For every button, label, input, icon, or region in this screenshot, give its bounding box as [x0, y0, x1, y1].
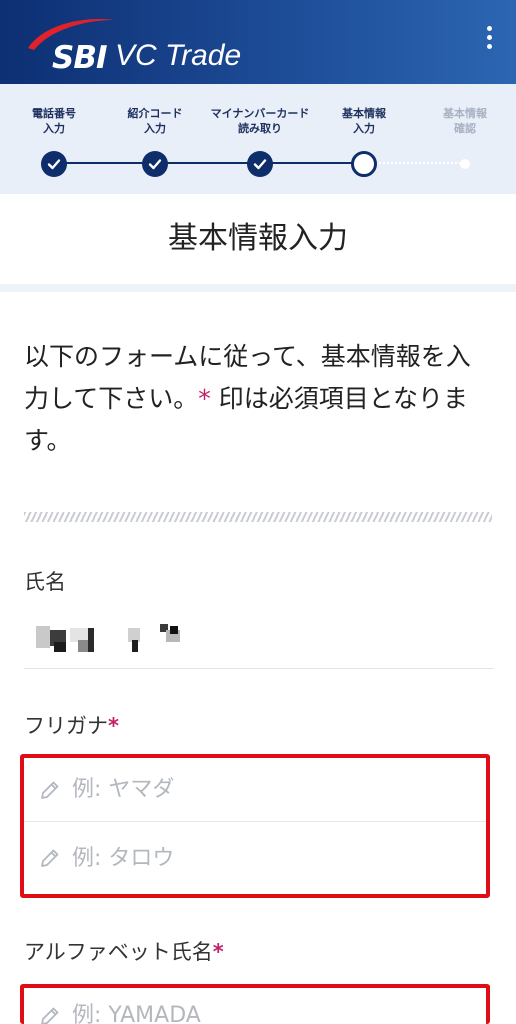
- required-star: *: [198, 384, 211, 413]
- logo-vc-trade-text: VC Trade: [115, 39, 242, 72]
- name-label: 氏名: [24, 570, 66, 594]
- furigana-last-input[interactable]: [72, 777, 452, 802]
- step-current-dot: [351, 151, 377, 177]
- pencil-icon: [41, 781, 59, 799]
- step-remaining-line: [364, 162, 465, 164]
- name-value-redacted: [36, 620, 196, 656]
- more-vertical-icon[interactable]: [482, 26, 496, 56]
- step-label-mynumber: マイナンバーカード 読み取り: [210, 107, 310, 135]
- step-label-referral: 紹介コード 入力: [127, 107, 183, 135]
- required-star: *: [212, 940, 224, 964]
- alphabet-name-label: アルファベット氏名*: [24, 940, 224, 964]
- name-divider: [24, 668, 494, 669]
- furigana-input-group: [20, 754, 490, 898]
- page-title: 基本情報入力: [0, 194, 516, 284]
- pencil-icon: [41, 1007, 59, 1024]
- pencil-icon: [41, 849, 59, 867]
- step-progress-line: [54, 162, 364, 164]
- progress-stepper: 電話番号 入力 紹介コード 入力 マイナンバーカード 読み取り 基本情報 入力 …: [0, 84, 516, 194]
- required-star: *: [108, 714, 119, 738]
- app-header: SBI VC Trade: [0, 0, 516, 84]
- intro-text: 以下のフォームに従って、基本情報を入力して下さい。* 印は必須項目となります。: [24, 342, 471, 455]
- furigana-last-row: [24, 758, 486, 821]
- section-divider-hatch: [24, 512, 492, 522]
- step-done-check-icon: [41, 151, 67, 177]
- logo-sbi-text: SBI: [52, 40, 107, 76]
- step-done-check-icon: [247, 151, 273, 177]
- alphabet-input-group: [20, 984, 490, 1024]
- title-separator: [0, 284, 516, 292]
- sbi-vc-trade-logo: SBI VC Trade: [22, 14, 262, 76]
- furigana-first-input[interactable]: [72, 845, 452, 871]
- furigana-label: フリガナ*: [24, 714, 119, 738]
- alphabet-last-input[interactable]: [72, 1003, 452, 1024]
- step-done-check-icon: [142, 151, 168, 177]
- step-label-basic-confirm: 基本情報 確認: [443, 107, 487, 135]
- furigana-first-row: [24, 821, 486, 894]
- step-pending-dot: [460, 159, 470, 169]
- alphabet-last-row: [24, 988, 486, 1024]
